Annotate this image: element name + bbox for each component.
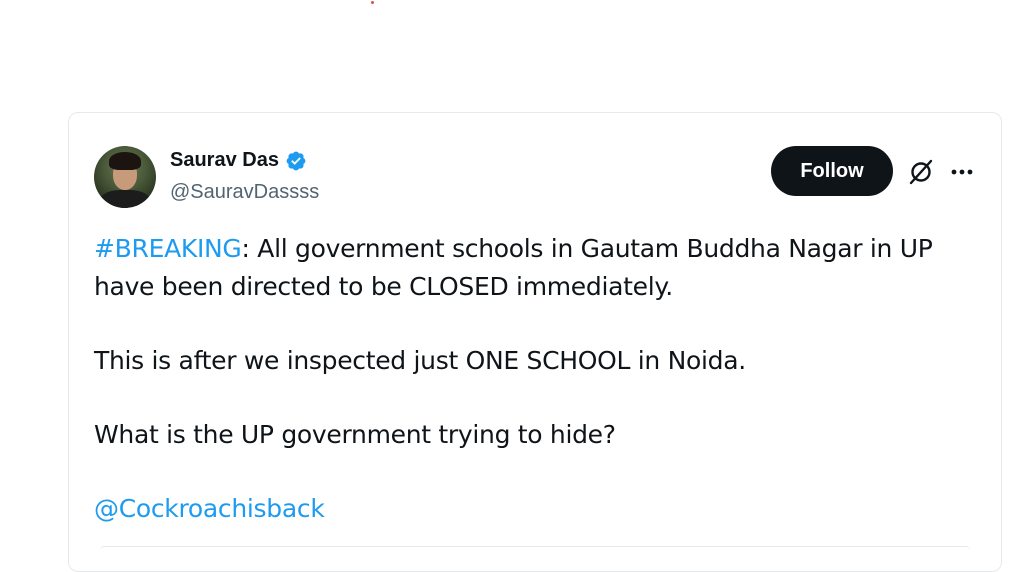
avatar[interactable] — [94, 146, 156, 208]
tweet-line-2: have been directed to be CLOSED immediat… — [94, 272, 673, 301]
grok-icon[interactable] — [907, 158, 935, 186]
tweet-line-1-text: : All government schools in Gautam Buddh… — [241, 234, 933, 263]
tweet-paragraph-3: What is the UP government trying to hide… — [94, 420, 616, 449]
author-display-name[interactable]: Saurav Das — [170, 149, 279, 172]
author-name-row: Saurav Das — [170, 149, 307, 172]
hashtag-link[interactable]: #BREAKING — [94, 234, 242, 263]
avatar-shirt — [100, 190, 150, 208]
author-handle[interactable]: @SauravDassss — [170, 181, 319, 204]
tweet-line-1: #BREAKING: All government schools in Gau… — [94, 230, 974, 268]
more-options-icon[interactable] — [948, 160, 976, 184]
verified-badge-icon — [286, 151, 306, 170]
follow-button[interactable]: Follow — [771, 146, 893, 196]
tweet-body: #BREAKING: All government schools in Gau… — [94, 230, 974, 528]
embedded-card-edge — [100, 546, 970, 551]
tweet-paragraph-2: This is after we inspected just ONE SCHO… — [94, 346, 746, 375]
avatar-hair — [109, 152, 141, 170]
mention-link[interactable]: @Cockroachisback — [94, 494, 325, 523]
tweet-mention-line: @Cockroachisback — [94, 490, 974, 528]
decorative-dot — [371, 1, 374, 4]
